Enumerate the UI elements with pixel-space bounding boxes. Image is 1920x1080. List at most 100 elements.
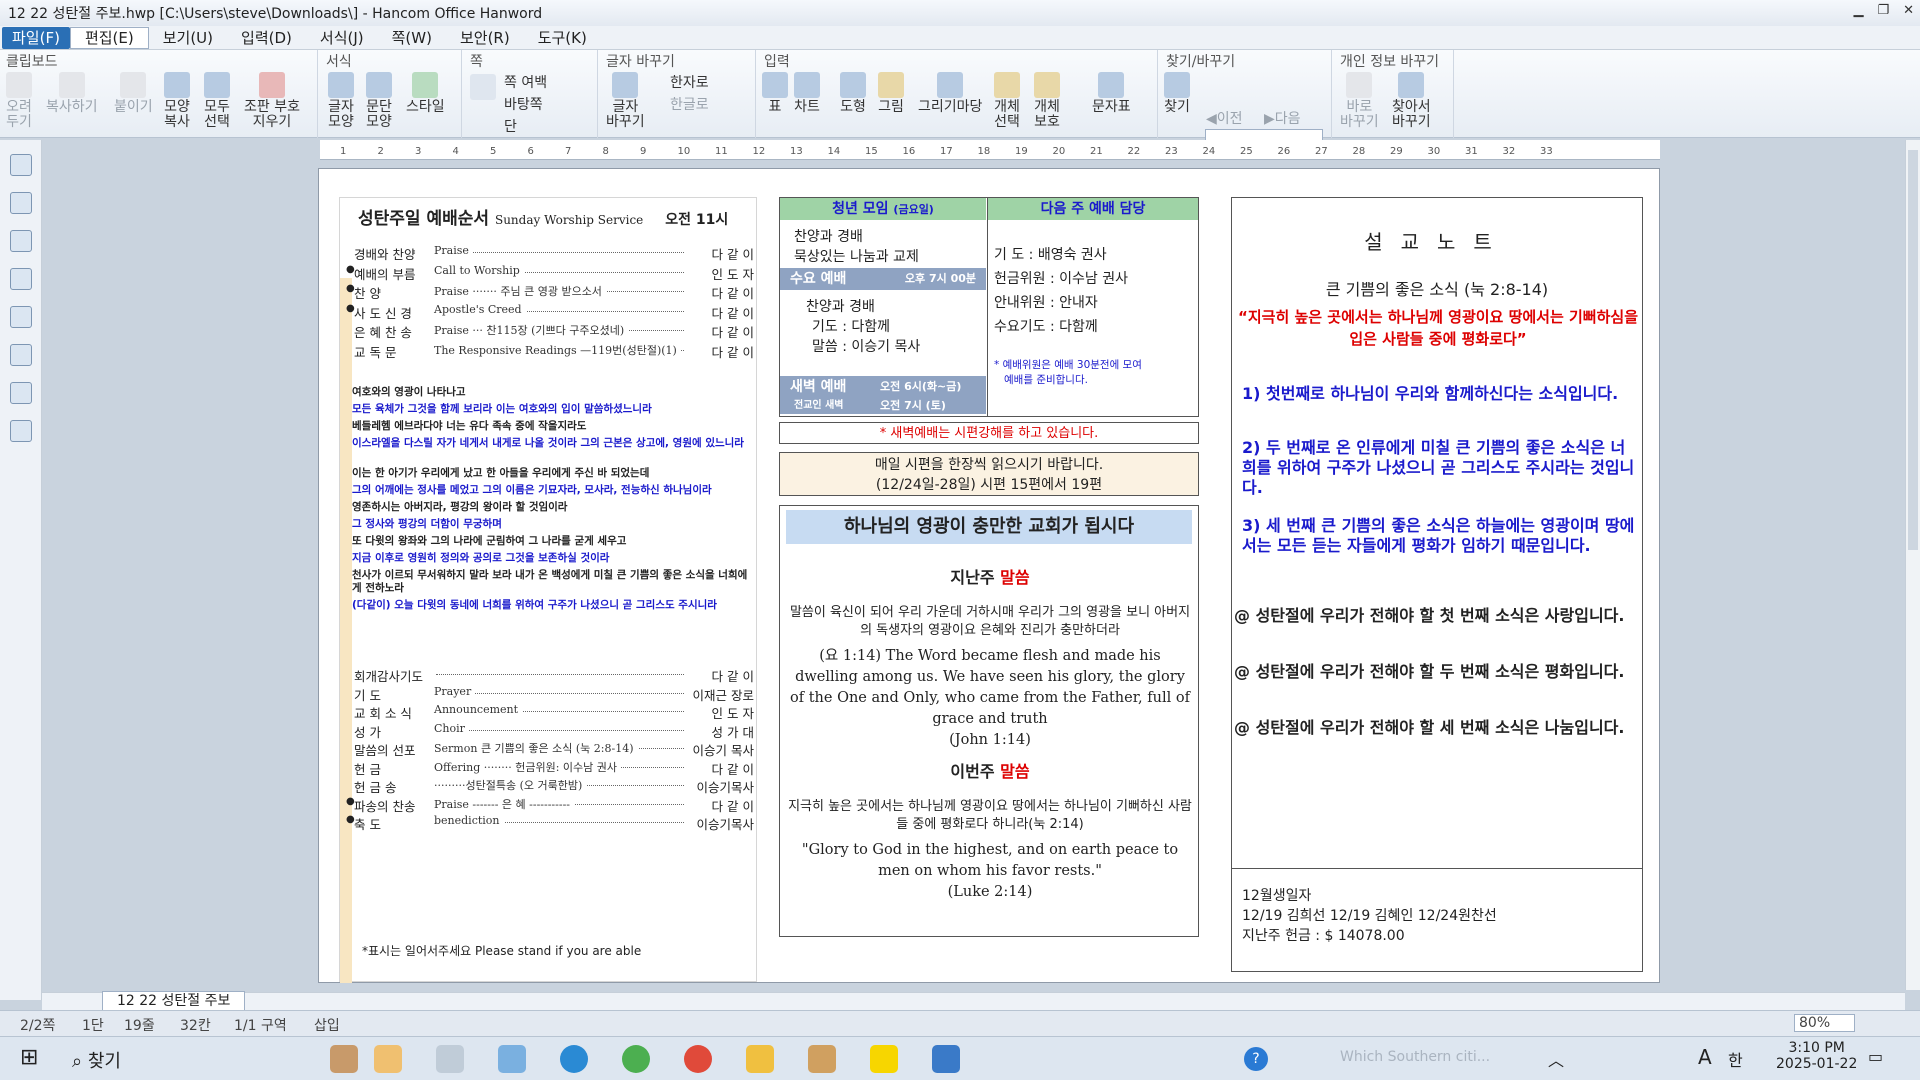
clear-marks-button[interactable]: 조판 부호 지우기 [244,72,300,130]
group-page: 쪽 쪽 여백 바탕쪽 단 [464,50,598,138]
next-week-header: 다음 주 예배 담당 [988,198,1198,220]
columns-button[interactable]: 단 [504,116,517,136]
kakaotalk-icon[interactable] [870,1045,898,1073]
hangul-button[interactable]: 한글로 [670,94,709,114]
windows-start-icon[interactable]: ⊞ [20,1045,38,1070]
sermon-subtitle: 큰 기쁨의 좋은 소식 (눅 2:8-14) [1325,280,1549,299]
paste-button[interactable]: 붙이기 [114,72,153,115]
find-replace-icon [1398,72,1425,98]
restore-icon[interactable]: ❐ [1877,3,1889,18]
chrome-icon[interactable] [684,1045,712,1073]
sermon-message: @ 성탄절에 우리가 전해야 할 두 번째 소식은 평화입니다. [1234,662,1625,681]
quick-replace-icon [1346,72,1373,98]
object-protect-button[interactable]: 개체 보호 [1034,72,1060,130]
zoom-select[interactable]: 80% [1794,1014,1856,1032]
clock[interactable]: 3:10 PM 2025-01-22 [1776,1040,1857,1072]
menu-view[interactable]: 보기(U) [149,27,227,48]
symbol-button[interactable]: 문자표 [1092,72,1131,115]
ruler-tick: 32 [1502,146,1516,157]
stand-note: *표시는 일어서주세요 Please stand if you are able [362,944,642,958]
style-icon [412,72,439,98]
reading-line: 모든 육체가 그것을 함께 보리라 이는 여호와의 입이 말씀하셨느니라 [352,403,652,415]
task-view-icon[interactable] [436,1045,464,1073]
sermon-quote: “지극히 높은 곳에서는 하나님께 영광이요 땅에서는 기뻐하심을 입은 사람들… [1238,308,1638,348]
chevron-up-icon[interactable]: ︿ [1548,1047,1564,1071]
ruler-tick: 33 [1540,146,1553,157]
menu-tools[interactable]: 도구(K) [524,27,601,48]
ime-mode[interactable]: A [1698,1045,1712,1069]
file-explorer-icon[interactable] [746,1045,774,1073]
find-replace-button[interactable]: 찾아서 바꾸기 [1392,72,1431,130]
lightning-icon[interactable] [9,268,32,290]
char-change-button[interactable]: 글자 바꾸기 [606,72,645,130]
quick-replace-button[interactable]: 바로 바꾸기 [1340,72,1379,130]
menu-page[interactable]: 쪽(W) [378,27,446,48]
copy-button[interactable]: 복사하기 [46,72,98,115]
this-week-english: "Glory to God in the highest, and on ear… [801,842,1179,879]
close-icon[interactable]: ✕ [1903,3,1914,18]
format-painter-button[interactable]: 모양 복사 [164,72,190,130]
group-input: 입력 표 차트 도형 그림 그리기마당 개체 선택 개체 보호 문자표 [758,50,1158,138]
table-icon [762,72,788,98]
document-icon[interactable] [9,306,32,328]
ruler-tick: 8 [602,146,609,157]
scroll-thumb[interactable] [1908,150,1918,550]
page-margin-button[interactable]: 쪽 여백 [504,72,547,92]
notification-icon[interactable]: ▭ [1868,1047,1883,1066]
shape-icon [840,72,866,98]
outline-icon[interactable] [9,344,32,366]
app-icon[interactable] [374,1045,402,1073]
para-shape-button[interactable]: 문단 모양 [366,72,392,130]
horizontal-ruler[interactable]: 1 2 3 4 5 6 7 8 9 10 11 12 13 14 15 16 17 18 19 20 21 22 23 24 2… [320,140,1660,160]
page-button[interactable] [470,74,496,102]
copilot-icon[interactable] [498,1045,526,1073]
menu-format[interactable]: 서식(J) [306,27,378,48]
hanword-icon[interactable] [932,1045,960,1073]
clipboard-icon [120,72,147,98]
menu-security[interactable]: 보안(R) [446,27,524,48]
news-widget[interactable]: Which Southern citi... [1340,1049,1490,1065]
ruler-tick: 29 [1390,146,1403,157]
list-icon[interactable] [9,230,32,252]
minimize-icon[interactable]: ▁ [1853,3,1863,18]
app-icon[interactable] [330,1045,358,1073]
menu-input[interactable]: 입력(D) [227,27,306,48]
vertical-scrollbar[interactable] [1905,140,1920,990]
menu-edit[interactable]: 편집(E) [69,26,149,49]
app-icon[interactable] [622,1045,650,1073]
style-button[interactable]: 스타일 [406,72,445,115]
picture-icon [878,72,904,98]
find-next-button[interactable]: ▶다음 [1264,108,1301,128]
edge-icon[interactable] [560,1045,588,1073]
picture-button[interactable]: 그림 [878,72,904,115]
table-button[interactable]: 표 [762,72,788,115]
drawing-button[interactable]: 그리기마당 [918,72,982,115]
app-icon[interactable] [808,1045,836,1073]
ruler-tick: 6 [527,146,534,157]
help-icon[interactable]: ? [1244,1047,1268,1071]
select-all-button[interactable]: 모두 선택 [204,72,230,130]
document-tab[interactable]: 12 22 성탄절 주보 [102,991,246,1011]
title-bar: 12 22 성탄절 주보.hwp [C:\Users\steve\Downloa… [0,0,1920,26]
reading-line: 천사가 이르되 무서워하지 말라 보라 내가 온 백성에게 미칠 큰 기쁨의 좋… [352,569,748,594]
help-icon[interactable] [9,192,32,214]
find-button[interactable]: 찾기 [1164,72,1190,115]
chart-button[interactable]: 차트 [794,72,820,115]
reading-line: (다같이) 오늘 다윗의 동네에 너희를 위하여 구주가 나셨으니 곧 그리스도… [352,599,717,611]
object-select-button[interactable]: 개체 선택 [994,72,1020,130]
spell-icon[interactable] [9,420,32,442]
document-page[interactable]: 성탄주일 예배순서 Sunday Worship Service 오전 11시 경… [318,168,1660,983]
find-prev-button[interactable]: ◀이전 [1206,108,1243,128]
char-shape-button[interactable]: 글자 모양 [328,72,354,130]
shape-button[interactable]: 도형 [840,72,866,115]
menu-file[interactable]: 파일(F) [2,26,70,49]
sermon-title: 설교노트 [1364,230,1510,254]
image-icon[interactable] [9,382,32,404]
master-page-button[interactable]: 바탕쪽 [504,94,543,114]
book-icon[interactable] [9,154,32,176]
cut-button[interactable]: 오려 두기 [6,72,32,130]
language-indicator[interactable]: 한 [1728,1047,1743,1071]
hanja-button[interactable]: 한자로 [670,72,709,92]
taskbar-search[interactable]: ⌕ 찾기 [72,1047,121,1073]
reading-line: 이는 한 아기가 우리에게 났고 한 아들을 우리에게 주신 바 되었는데 [352,467,650,479]
